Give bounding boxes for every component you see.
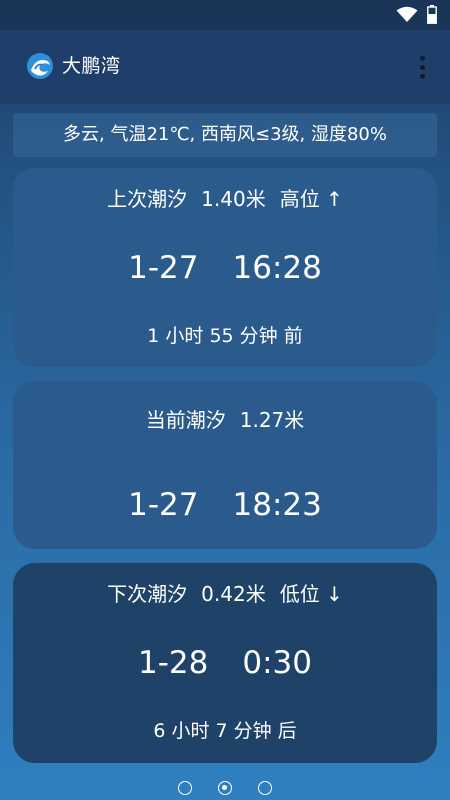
- page-dot-1[interactable]: [178, 781, 192, 795]
- tide-date: 1-27: [128, 487, 199, 523]
- tide-date: 1-28: [138, 645, 209, 681]
- app-title: 大鹏湾: [62, 55, 121, 77]
- tide-level: 高位 ↑: [279, 187, 343, 211]
- tide-datetime: 1-27 18:23: [13, 485, 437, 525]
- tide-time: 16:28: [232, 250, 322, 286]
- page-dot-2[interactable]: [218, 781, 232, 795]
- previous-tide-card[interactable]: 上次潮汐 1.40米 高位 ↑ 1-27 16:28 1 小时 55 分钟 前: [13, 168, 437, 367]
- tide-level: 低位 ↓: [279, 582, 343, 606]
- tide-time: 0:30: [242, 645, 312, 681]
- card-header: 上次潮汐 1.40米 高位 ↑: [13, 185, 437, 213]
- tide-height: 1.40米: [201, 187, 266, 211]
- tide-relative-time: 6 小时 7 分钟 后: [153, 720, 297, 742]
- tide-date: 1-27: [128, 250, 199, 286]
- tide-label: 下次潮汐: [107, 582, 188, 606]
- tide-height: 0.42米: [201, 582, 266, 606]
- tide-datetime: 1-27 16:28: [13, 248, 437, 288]
- wave-logo-icon: [27, 53, 53, 79]
- card-header: 当前潮汐 1.27米: [13, 406, 437, 434]
- tide-label: 上次潮汐: [107, 187, 188, 211]
- page-indicator: [0, 780, 450, 796]
- app-bar: 大鹏湾: [0, 30, 450, 104]
- card-header: 下次潮汐 0.42米 低位 ↓: [13, 580, 437, 608]
- wifi-icon: [396, 6, 418, 22]
- status-bar: [0, 0, 450, 30]
- page-dot-3[interactable]: [258, 781, 272, 795]
- more-vert-icon: [419, 55, 425, 61]
- battery-icon: [427, 5, 437, 24]
- tide-time: 18:23: [232, 487, 322, 523]
- current-tide-card[interactable]: 当前潮汐 1.27米 1-27 18:23: [13, 381, 437, 549]
- tide-height: 1.27米: [239, 408, 305, 432]
- tide-datetime: 1-28 0:30: [13, 643, 437, 683]
- more-options-button[interactable]: [410, 50, 434, 84]
- next-tide-card[interactable]: 下次潮汐 0.42米 低位 ↓ 1-28 0:30 6 小时 7 分钟 后: [13, 563, 437, 763]
- tide-label: 当前潮汐: [145, 408, 226, 432]
- tide-relative-time: 1 小时 55 分钟 前: [147, 325, 303, 347]
- weather-summary: 多云, 气温21℃, 西南风≤3级, 湿度80%: [13, 113, 437, 157]
